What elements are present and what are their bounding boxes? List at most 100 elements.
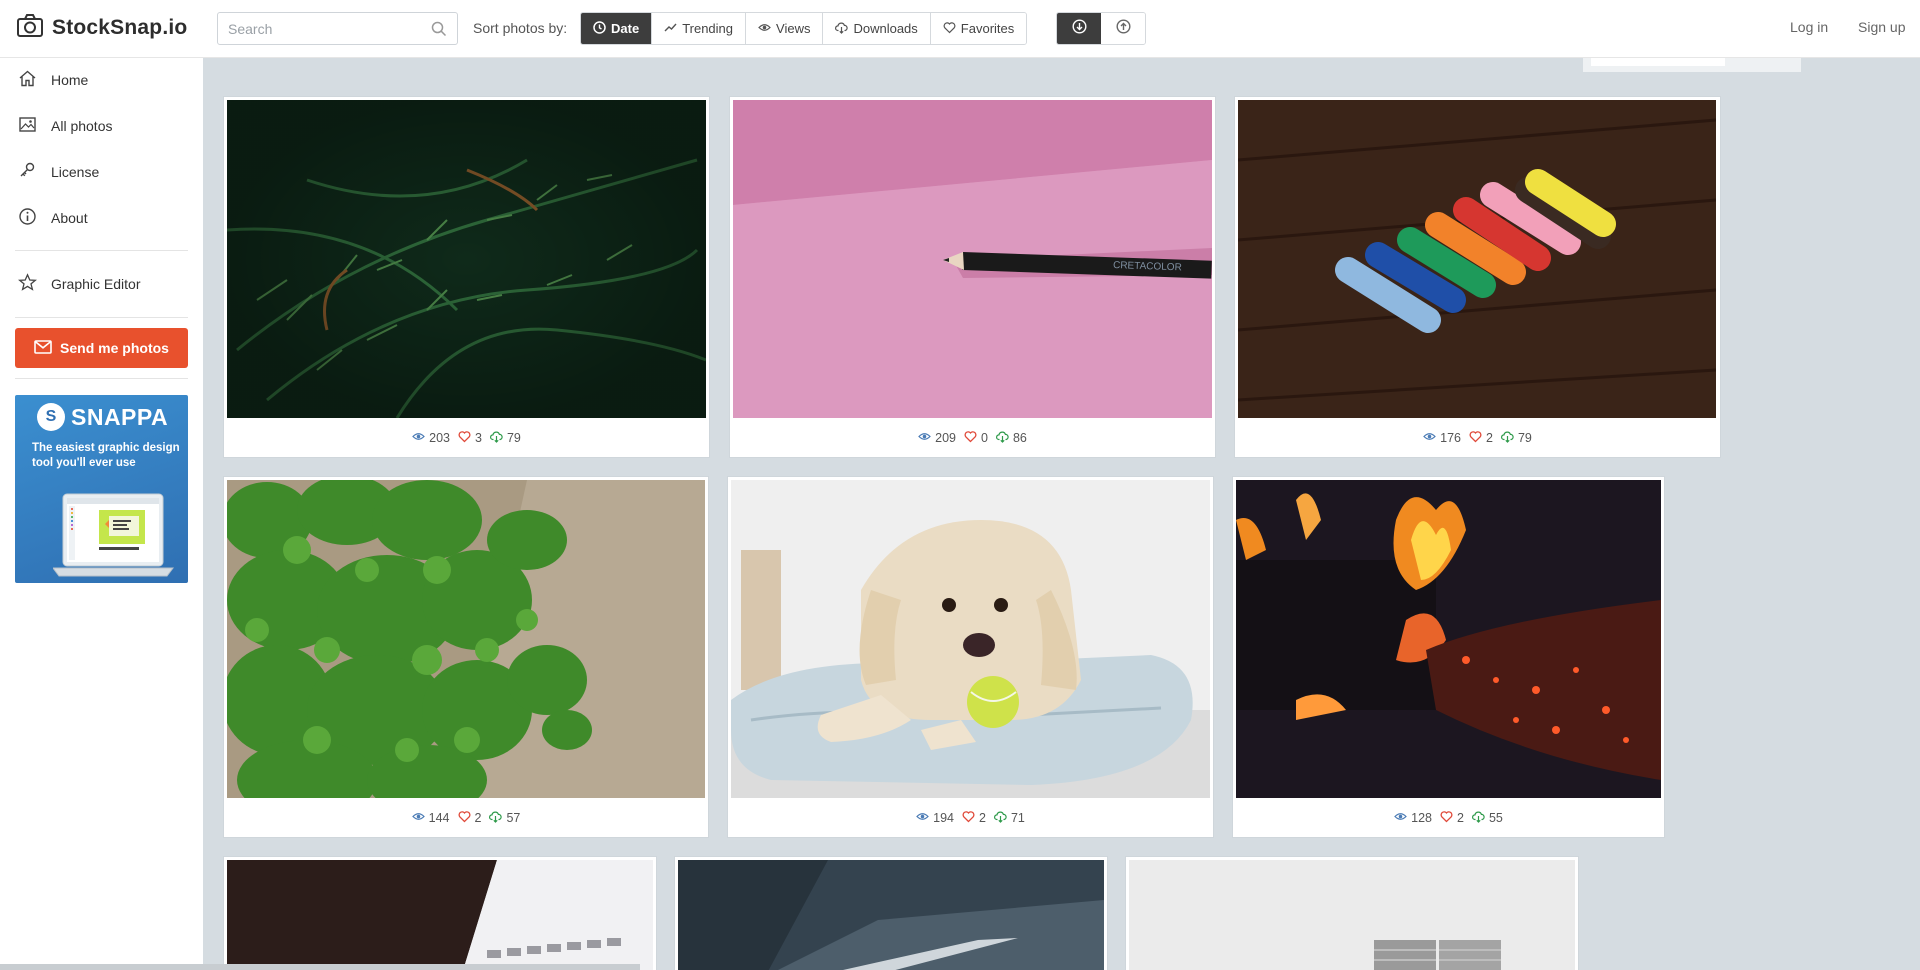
likes-stat[interactable]: 2 [1469,430,1493,446]
photo-thumbnail[interactable] [1238,100,1716,418]
sidebar-item-label: License [51,164,100,180]
sort-descending-button[interactable] [1057,13,1101,44]
heart-icon [458,810,475,826]
likes-stat[interactable]: 2 [962,810,986,826]
horizontal-scrollbar[interactable] [0,964,640,970]
sidebar-item-label: Graphic Editor [51,276,141,292]
likes-count: 0 [981,431,988,445]
photo-card[interactable]: 128 2 55 [1232,476,1665,838]
sort-trending-button[interactable]: Trending [652,13,747,44]
photo-card[interactable]: 194 2 71 [727,476,1214,838]
cloud-download-icon [1471,810,1489,826]
snappa-ad-banner[interactable]: S SNAPPA The easiest graphic design tool… [15,395,188,583]
photo-thumbnail[interactable] [731,480,1210,798]
views-stat: 144 [411,810,450,826]
downloads-stat[interactable]: 79 [489,430,521,446]
sidebar-item-home[interactable]: Home [18,68,88,92]
sidebar-item-label: About [51,210,88,226]
signup-link[interactable]: Sign up [1858,19,1905,35]
upload-circle-icon [1115,18,1131,39]
cloud-download-icon [993,810,1011,826]
views-count: 176 [1440,431,1461,445]
sort-favorites-button[interactable]: Favorites [930,13,1027,44]
downloads-stat[interactable]: 79 [1500,430,1532,446]
sidebar-divider [15,378,188,379]
sort-ascending-button[interactable] [1101,13,1145,44]
sort-date-button[interactable]: Date [581,13,653,44]
snappa-brand: SNAPPA [71,403,169,430]
sort-label: Sort photos by: [473,20,568,36]
sidebar-item-license[interactable]: License [18,160,99,184]
sort-date-label: Date [611,21,640,36]
downloads-count: 86 [1012,431,1027,445]
photo-thumbnail[interactable] [227,100,706,418]
downloads-stat[interactable]: 55 [1471,810,1503,826]
likes-stat[interactable]: 3 [458,430,482,446]
views-stat: 194 [916,810,954,826]
eye-icon [1394,810,1411,826]
brand-logo[interactable]: StockSnap.io [16,13,188,44]
photo-card[interactable] [674,856,1108,970]
likes-count: 2 [979,811,986,825]
likes-count: 2 [474,811,482,825]
photo-card[interactable] [1125,856,1579,970]
sort-downloads-label: Downloads [853,21,918,36]
heart-icon [943,21,961,37]
top-bar: StockSnap.io Sort photos by: Date Trendi… [0,0,1920,58]
downloads-stat[interactable]: 86 [995,430,1027,446]
downloads-count: 71 [1010,811,1025,825]
views-count: 209 [935,431,956,445]
eye-icon [916,810,933,826]
sort-views-button[interactable]: Views [746,13,824,44]
eye-icon [1423,430,1440,446]
photo-card[interactable]: 144 2 57 [223,476,709,838]
search-icon[interactable] [431,21,447,37]
downloads-stat[interactable]: 57 [489,810,520,826]
photo-thumbnail[interactable]: CRETACOLOR [733,100,1212,418]
likes-stat[interactable]: 2 [458,810,482,826]
sidebar-item-all-photos[interactable]: All photos [18,114,112,138]
photo-thumbnail[interactable] [1236,480,1661,798]
likes-stat[interactable]: 2 [1440,810,1464,826]
sidebar-item-about[interactable]: About [18,206,88,230]
photo-grid: 203 3 79 CRETACOLOR 209 0 86 176 2 79 14… [203,58,1920,970]
likes-count: 2 [1457,811,1464,825]
photo-thumbnail[interactable] [678,860,1104,970]
photo-stats: 194 2 71 [728,799,1213,837]
trend-icon [664,21,682,37]
photo-card[interactable]: 203 3 79 [223,96,710,458]
sidebar-item-graphic-editor[interactable]: Graphic Editor [18,272,140,296]
envelope-icon [34,339,60,357]
partial-card-top-inner [1591,58,1725,66]
cloud-download-icon [995,430,1013,446]
downloads-stat[interactable]: 71 [993,810,1025,826]
sidebar-divider [15,250,188,251]
photo-card[interactable]: CRETACOLOR 209 0 86 [729,96,1216,458]
heart-icon [964,430,981,446]
sidebar-divider [15,317,188,318]
search-input[interactable] [218,13,428,44]
snappa-mark: S [37,403,65,431]
downloads-count: 55 [1488,811,1503,825]
downloads-count: 79 [506,431,521,445]
send-me-photos-button[interactable]: Send me photos [15,328,188,368]
sort-direction [1056,12,1146,45]
photo-card[interactable] [223,856,657,970]
photo-thumbnail[interactable] [227,860,653,970]
heart-icon [962,810,979,826]
send-me-photos-label: Send me photos [60,340,169,356]
sidebar: Home All photos License About Graphic Ed… [0,58,203,970]
photo-thumbnail[interactable] [227,480,705,798]
views-stat: 128 [1394,810,1432,826]
sort-downloads-button[interactable]: Downloads [823,13,931,44]
brand-name: StockSnap.io [52,16,188,39]
photo-thumbnail[interactable] [1129,860,1575,970]
snappa-tagline: The easiest graphic design tool you'll e… [32,442,180,469]
downloads-count: 79 [1517,431,1532,445]
likes-stat[interactable]: 0 [964,430,988,446]
login-link[interactable]: Log in [1790,19,1828,35]
eye-icon [411,810,429,826]
camera-icon [16,13,44,44]
photo-card[interactable]: 176 2 79 [1234,96,1721,458]
sort-options: Date Trending Views Downloads Favorites [580,12,1028,45]
